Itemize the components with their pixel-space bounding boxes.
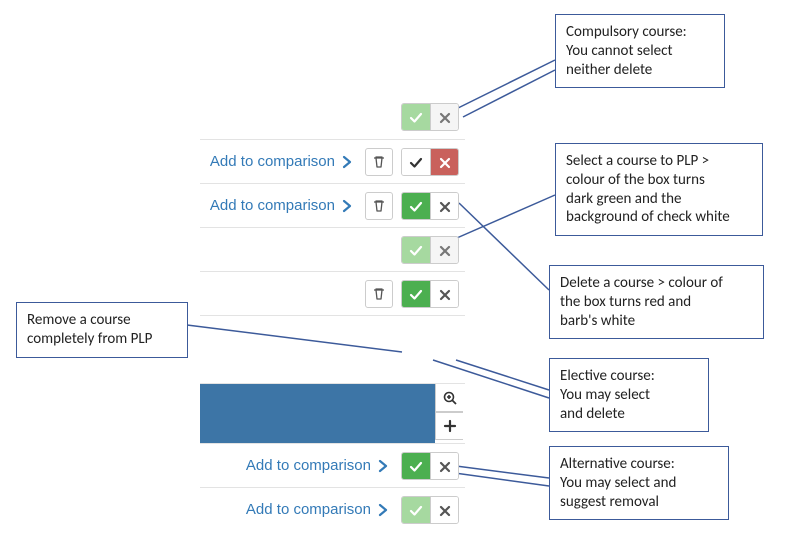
check-icon — [402, 104, 430, 131]
check-icon[interactable] — [402, 453, 430, 480]
add-to-comparison-link[interactable]: Add to comparison — [210, 153, 353, 170]
add-to-comparison-link[interactable]: Add to comparison — [246, 501, 389, 518]
select-delete-toggle[interactable] — [401, 148, 459, 176]
trash-icon — [371, 198, 387, 214]
link-label: Add to comparison — [210, 197, 335, 214]
remove-from-plp-button[interactable] — [365, 148, 393, 176]
zoom-in-icon — [442, 390, 458, 406]
remove-from-plp-button[interactable] — [365, 280, 393, 308]
x-icon[interactable] — [430, 453, 458, 480]
select-delete-toggle[interactable] — [401, 192, 459, 220]
course-rows: Add to comparison Add to comparison — [200, 95, 465, 333]
zoom-in-button[interactable] — [435, 384, 463, 412]
link-label: Add to comparison — [210, 153, 335, 170]
select-delete-toggle — [401, 103, 459, 131]
remove-from-plp-button[interactable] — [365, 192, 393, 220]
x-icon[interactable] — [430, 149, 458, 176]
row-selected: Add to comparison — [200, 183, 465, 227]
plus-icon — [442, 418, 458, 434]
chevron-right-icon — [375, 502, 389, 518]
highlighted-row-controls — [435, 384, 465, 443]
add-to-comparison-link[interactable]: Add to comparison — [210, 197, 353, 214]
add-to-comparison-link[interactable]: Add to comparison — [246, 457, 389, 474]
check-icon[interactable] — [402, 193, 430, 220]
x-icon[interactable] — [430, 497, 458, 524]
add-button[interactable] — [435, 412, 463, 440]
row-alternative: Add to comparison — [200, 487, 465, 531]
x-icon[interactable] — [430, 193, 458, 220]
row-compulsory — [200, 227, 465, 271]
row-divider — [200, 315, 465, 333]
x-icon — [430, 237, 458, 264]
select-delete-toggle — [401, 236, 459, 264]
callout-elective: Elective course: You may select and dele… — [549, 358, 709, 432]
row-alternative: Add to comparison — [200, 443, 465, 487]
annotated-diagram: Add to comparison Add to comparison — [0, 0, 800, 550]
trash-icon — [371, 154, 387, 170]
link-label: Add to comparison — [246, 501, 371, 518]
chevron-right-icon — [339, 154, 353, 170]
callout-select: Select a course to PLP > colour of the b… — [555, 143, 763, 236]
chevron-right-icon — [375, 458, 389, 474]
select-delete-toggle[interactable] — [401, 496, 459, 524]
x-icon — [430, 104, 458, 131]
row-elective — [200, 271, 465, 315]
check-icon[interactable] — [402, 497, 430, 524]
trash-icon — [371, 286, 387, 302]
link-label: Add to comparison — [246, 457, 371, 474]
highlighted-row — [200, 383, 465, 443]
callout-alternative: Alternative course: You may select and s… — [549, 446, 729, 520]
callout-remove: Remove a course completely from PLP — [16, 302, 188, 358]
check-icon — [402, 237, 430, 264]
row-marked-for-delete: Add to comparison — [200, 139, 465, 183]
x-icon[interactable] — [430, 281, 458, 308]
select-delete-toggle[interactable] — [401, 452, 459, 480]
select-delete-toggle[interactable] — [401, 280, 459, 308]
check-icon[interactable] — [402, 149, 430, 176]
callout-compulsory: Compulsory course: You cannot select nei… — [555, 14, 725, 88]
check-icon[interactable] — [402, 281, 430, 308]
chevron-right-icon — [339, 198, 353, 214]
row-compulsory — [200, 95, 465, 139]
callout-delete: Delete a course > colour of the box turn… — [549, 265, 764, 339]
course-rows-alternative: Add to comparison Add to comparison — [200, 443, 465, 531]
